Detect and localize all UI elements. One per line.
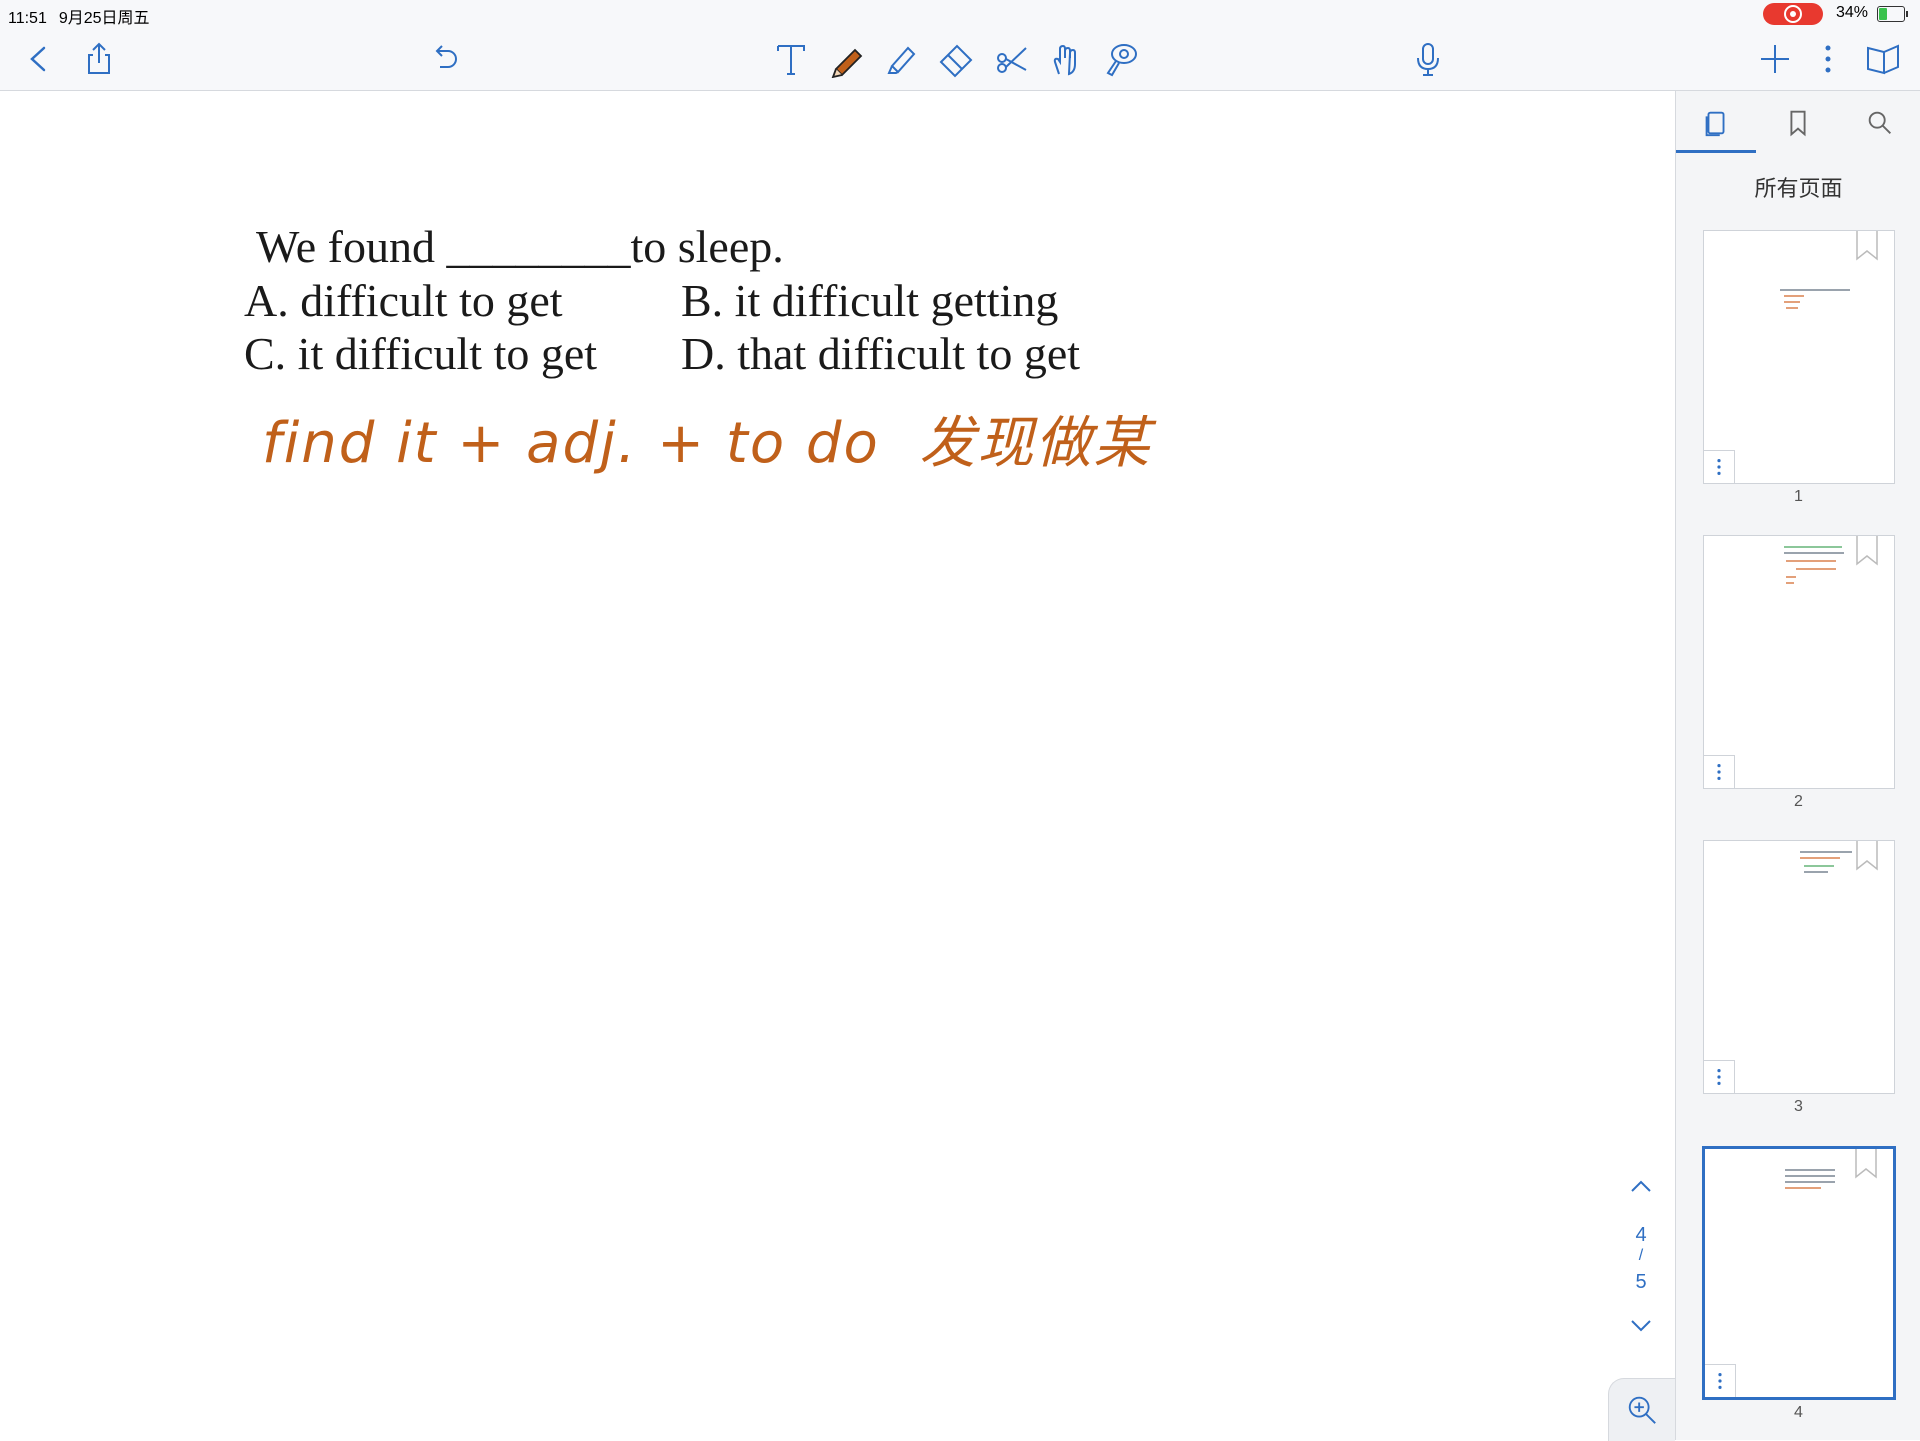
total-pages: 5 — [1635, 1271, 1647, 1293]
option-d: D. that difficult to get — [681, 328, 1081, 379]
option-c: C. it difficult to get — [244, 328, 598, 379]
search-tab-icon[interactable] — [1855, 101, 1905, 145]
option-b: B. it difficult getting — [681, 275, 1059, 326]
back-icon[interactable] — [18, 38, 60, 80]
zoom-button[interactable] — [1608, 1378, 1675, 1441]
toolbar — [0, 28, 1920, 91]
page-thumbnail[interactable] — [1703, 535, 1895, 789]
eraser-icon[interactable] — [935, 38, 977, 80]
bookmark-icon[interactable] — [1856, 841, 1878, 871]
page-thumbnail[interactable] — [1703, 230, 1895, 484]
status-time: 11:51 — [8, 10, 47, 27]
handwritten-annotation: find it + adj. + to do 发现做某 — [262, 411, 1152, 476]
page-menu-icon[interactable] — [1704, 1060, 1735, 1093]
page-number: 4 — [1794, 1404, 1803, 1421]
screen-recording-indicator[interactable] — [1763, 3, 1823, 25]
page-sidebar: 所有页面 1 2 3 4 — [1675, 91, 1920, 1440]
add-icon[interactable] — [1754, 38, 1796, 80]
page-menu-icon[interactable] — [1704, 450, 1735, 483]
lasso-icon[interactable] — [1100, 38, 1142, 80]
active-tab-indicator — [1676, 150, 1756, 153]
bookmarks-tab-icon[interactable] — [1773, 101, 1823, 145]
scissors-icon[interactable] — [990, 38, 1032, 80]
status-bar: 11:51 9月25日周五 34% — [0, 0, 1920, 28]
page-number: 1 — [1794, 488, 1803, 505]
status-time-date: 11:51 9月25日周五 — [8, 4, 162, 28]
page-thumbnail[interactable] — [1703, 840, 1895, 1094]
all-pages-heading: 所有页面 — [1754, 177, 1843, 202]
share-icon[interactable] — [78, 38, 120, 80]
bookmark-icon[interactable] — [1856, 231, 1878, 261]
pages-tab-icon[interactable] — [1691, 101, 1741, 145]
status-date: 9月25日周五 — [58, 10, 150, 27]
pencil-icon[interactable] — [825, 38, 867, 80]
current-page: 4 — [1635, 1224, 1647, 1246]
highlighter-icon[interactable] — [880, 38, 922, 80]
page-thumbnail-active[interactable] — [1702, 1146, 1896, 1400]
undo-icon[interactable] — [424, 38, 466, 80]
page-menu-icon[interactable] — [1705, 1364, 1736, 1397]
battery-percentage: 34% — [1836, 4, 1869, 21]
page-menu-icon[interactable] — [1704, 755, 1735, 788]
document-canvas[interactable]: We found ________to sleep. A. difficult … — [0, 91, 1675, 1440]
next-page-icon[interactable] — [1629, 1318, 1653, 1334]
previous-page-icon[interactable] — [1629, 1178, 1653, 1194]
battery-icon — [1877, 6, 1908, 22]
page-number: 3 — [1794, 1098, 1803, 1115]
question-stem: We found ________to sleep. — [256, 221, 784, 272]
zoom-in-icon — [1628, 1396, 1656, 1424]
page-number: 2 — [1794, 793, 1803, 810]
more-icon[interactable] — [1807, 38, 1849, 80]
microphone-icon[interactable] — [1407, 38, 1449, 80]
hand-icon[interactable] — [1045, 38, 1087, 80]
bookmark-icon[interactable] — [1856, 536, 1878, 566]
page-separator: / — [1638, 1247, 1644, 1264]
text-tool-icon[interactable] — [770, 38, 812, 80]
page-navigator: 4 / 5 — [1618, 1170, 1664, 1340]
option-a: A. difficult to get — [244, 275, 563, 326]
book-icon[interactable] — [1862, 38, 1904, 80]
bookmark-icon[interactable] — [1855, 1149, 1877, 1179]
